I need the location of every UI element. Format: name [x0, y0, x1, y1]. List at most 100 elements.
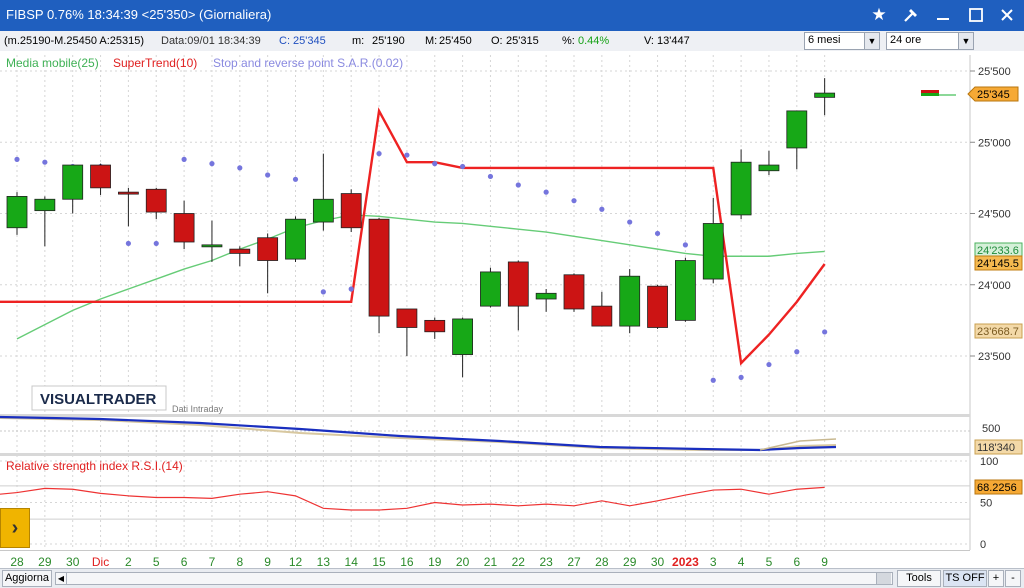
pct-value: 0.44% — [578, 35, 610, 47]
chart-panel[interactable]: Media mobile(25) SuperTrend(10) Stop and… — [0, 51, 1024, 587]
rsi-tick-label: 100 — [980, 456, 998, 468]
sar-dot — [14, 156, 20, 162]
star-icon[interactable]: ★ — [866, 3, 892, 27]
sar-dot — [237, 165, 243, 171]
sar-dot — [292, 176, 299, 182]
candle-body — [563, 274, 585, 310]
candle-body — [201, 244, 223, 248]
x-axis-label: 12 — [289, 555, 303, 568]
sar-dot — [348, 286, 354, 292]
sar-dot — [822, 329, 828, 335]
x-axis-label: 28 — [595, 555, 609, 568]
vol-value: 13'447 — [657, 35, 690, 47]
x-axis-label: 6 — [181, 555, 188, 568]
sar-dot — [543, 189, 549, 195]
legend-supertrend: SuperTrend(10) — [113, 56, 197, 70]
ts-toggle-button[interactable]: TS OFF — [943, 570, 987, 587]
candle-body — [730, 161, 752, 216]
horizontal-scrollbar[interactable]: ◀ — [55, 572, 893, 585]
sar-dot — [766, 361, 772, 368]
sar-dot — [181, 156, 187, 162]
side-panel-toggle[interactable]: › — [0, 508, 30, 548]
close-label: C: — [279, 35, 290, 47]
sar-dot — [738, 374, 744, 380]
rsi-tick-label: 0 — [980, 539, 986, 551]
rsi-tick-label: 50 — [980, 498, 992, 510]
candle-body — [424, 319, 446, 333]
candle-body — [62, 164, 84, 200]
supertrend-tag-text: 24'145.5 — [977, 258, 1019, 270]
x-axis-label: 5 — [153, 555, 160, 568]
sar-dot — [654, 230, 661, 237]
sar-dot — [153, 240, 159, 247]
scroll-left-icon[interactable]: ◀ — [56, 573, 67, 584]
x-axis-label: 8 — [236, 555, 243, 568]
pane-separator-rsi — [0, 453, 970, 456]
candle-body — [507, 261, 529, 307]
x-axis-label: 2023 — [672, 555, 699, 568]
candle-body — [619, 275, 641, 327]
min-label: m: — [352, 35, 365, 47]
timeframe-select[interactable]: 24 ore ▼ — [886, 32, 974, 50]
candle-body — [786, 110, 808, 149]
x-axis-label: 16 — [400, 555, 414, 568]
max-value: 25'450 — [439, 35, 472, 47]
candle-body — [535, 292, 557, 300]
open-label: O: — [491, 35, 503, 47]
sar-dot — [404, 152, 410, 158]
sar-dot — [460, 163, 466, 170]
window-title: FIBSP 0.76% 18:34:39 <25'350> (Giornalie… — [6, 7, 272, 22]
x-axis-label: 27 — [567, 555, 581, 568]
vol-label: V: — [644, 35, 654, 47]
sar-price-tag: 23'668.7 — [974, 323, 1023, 339]
sar-dot — [265, 172, 271, 178]
x-axis-label: 13 — [317, 555, 331, 568]
candle-body — [285, 218, 306, 260]
x-axis-label: 3 — [710, 555, 717, 568]
open-value: 25'315 — [506, 35, 539, 47]
x-axis-label: 30 — [651, 555, 665, 568]
min-value: 25'190 — [372, 35, 405, 47]
candle-body — [312, 198, 334, 223]
volume-tag-text: 118'340 — [977, 442, 1015, 454]
sar-dot — [571, 198, 577, 204]
zoom-out-button[interactable]: - — [1005, 570, 1021, 587]
refresh-button[interactable]: Aggiorna — [2, 570, 52, 587]
x-axis-label: 28 — [10, 555, 24, 568]
zoom-in-button[interactable]: + — [988, 570, 1004, 587]
x-axis-label: 20 — [456, 555, 470, 568]
tools-icon[interactable] — [898, 3, 924, 27]
chevron-down-icon: ▼ — [958, 33, 973, 49]
close-value: 25'345 — [293, 35, 326, 47]
max-label: M: — [425, 35, 438, 47]
minimize-icon[interactable] — [930, 3, 956, 27]
x-axis-label: 2 — [125, 555, 132, 568]
price-tick-label: 25'500 — [978, 66, 1011, 78]
bottom-toolbar: Aggiorna ◀ Tools TS OFF + - — [0, 568, 1024, 588]
x-axis-label: 19 — [428, 555, 442, 568]
scrollbar-thumb[interactable] — [876, 573, 891, 584]
tools-button[interactable]: Tools — [897, 570, 941, 587]
candle-body — [229, 248, 251, 254]
pane-separator-volume — [0, 414, 970, 417]
candle-body — [6, 195, 28, 229]
sar-tag-text: 23'668.7 — [977, 326, 1019, 338]
range-text: (m.25190-M.25450 A:25315) — [4, 35, 145, 47]
candle-body — [90, 164, 111, 189]
date-text: Data:09/01 18:34:39 — [161, 35, 261, 47]
maximize-icon[interactable] — [963, 3, 989, 27]
price-tick-label: 24'000 — [978, 280, 1011, 292]
close-icon[interactable] — [994, 3, 1020, 27]
legend-sar: Stop and reverse point S.A.R.(0.02) — [213, 56, 403, 70]
x-axis-label: 29 — [623, 555, 637, 568]
sar-dot — [376, 151, 382, 157]
period-select[interactable]: 6 mesi ▼ — [804, 32, 880, 50]
x-axis-label: 22 — [512, 555, 526, 568]
sar-dot — [794, 349, 800, 355]
sar-dot — [599, 206, 605, 212]
candle-body — [480, 271, 501, 307]
sar-dot — [710, 377, 716, 383]
x-axis-label: Dic — [92, 555, 109, 568]
legend-ma: Media mobile(25) — [6, 56, 99, 70]
candle-body — [257, 237, 279, 261]
